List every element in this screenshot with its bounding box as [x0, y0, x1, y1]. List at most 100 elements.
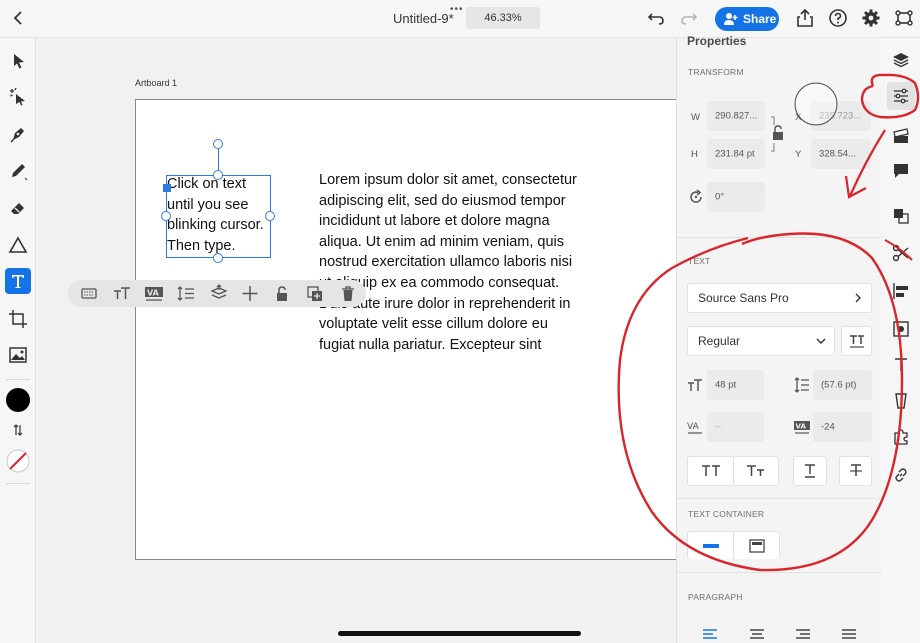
crop-tool-icon[interactable]: [7, 308, 29, 330]
align-right-icon[interactable]: [795, 628, 811, 642]
y-field[interactable]: 328.54...: [811, 139, 871, 169]
link-icon[interactable]: [892, 466, 910, 484]
x-field[interactable]: 235.723...: [811, 101, 871, 131]
left-resize-handle[interactable]: [161, 211, 171, 221]
duplicate-icon[interactable]: [305, 284, 325, 303]
text-anchor-point[interactable]: [163, 184, 171, 192]
rotation-value: 0°: [715, 191, 725, 203]
small-caps-button[interactable]: [733, 456, 779, 486]
font-size-value: 48 pt: [715, 379, 737, 391]
select-arrow-icon[interactable]: [7, 50, 29, 72]
all-caps-button[interactable]: [687, 456, 734, 486]
align-center-icon[interactable]: [749, 628, 765, 642]
font-style-dropdown[interactable]: Regular: [687, 326, 835, 356]
chevron-right-icon: [855, 293, 861, 303]
tracking-value: -24: [821, 421, 835, 433]
strikethrough-icon: [849, 464, 862, 476]
swap-colors-icon[interactable]: [12, 423, 24, 437]
plugins-icon[interactable]: [892, 428, 910, 446]
home-indicator-bar: [338, 631, 581, 636]
delete-trash-icon[interactable]: [338, 284, 358, 303]
top-bar: ••• Untitled-9* 46.33% Share: [0, 0, 920, 38]
tracking-va-icon[interactable]: VA: [144, 284, 164, 303]
all-caps-icon: [701, 465, 720, 476]
rotation-field[interactable]: 0°: [707, 182, 765, 212]
font-size-icon: [688, 379, 702, 391]
right-resize-handle[interactable]: [265, 211, 275, 221]
align-objects-icon[interactable]: [892, 282, 910, 300]
lorem-text-object[interactable]: Lorem ipsum dolor sit amet, consectetur …: [319, 170, 581, 355]
stroke-color-swatch[interactable]: [5, 448, 31, 474]
help-icon[interactable]: [828, 8, 848, 28]
repeat-grid-icon[interactable]: [892, 320, 910, 338]
left-toolbar: [0, 38, 36, 643]
height-value: 231.84 pt: [715, 148, 755, 160]
font-size-field[interactable]: 48 pt: [707, 370, 764, 400]
back-chevron-icon[interactable]: [10, 8, 28, 28]
text-path-icon[interactable]: [892, 356, 910, 374]
direct-select-sparkle-icon[interactable]: [7, 86, 29, 108]
toolbar-divider: [6, 379, 30, 380]
font-size-icon[interactable]: [112, 284, 132, 303]
kerning-va-icon: VA: [687, 422, 702, 434]
shape-triangle-icon[interactable]: [7, 234, 29, 256]
effects-icon[interactable]: [892, 392, 910, 410]
keyboard-icon[interactable]: [79, 284, 99, 303]
text-tool-button[interactable]: [5, 268, 31, 294]
width-value: 290.827...: [715, 110, 758, 122]
align-left-icon[interactable]: [702, 628, 718, 642]
section-divider: [677, 572, 882, 573]
kerning-field[interactable]: --: [707, 412, 764, 442]
small-caps-icon: [747, 465, 764, 476]
width-field[interactable]: 290.827...: [707, 101, 765, 131]
fixed-size-button[interactable]: [733, 531, 780, 559]
properties-panel-button[interactable]: [887, 82, 915, 110]
top-resize-handle[interactable]: [213, 170, 223, 180]
height-field[interactable]: 231.84 pt: [707, 139, 765, 169]
auto-width-icon: [702, 543, 719, 548]
font-style-value: Regular: [698, 334, 741, 348]
paragraph-section-label: PARAGRAPH: [688, 592, 743, 602]
y-label: Y: [795, 149, 802, 160]
pen-tool-icon[interactable]: [7, 123, 29, 145]
arrange-icon[interactable]: [892, 207, 910, 225]
underline-icon: [805, 464, 815, 478]
leading-field[interactable]: (57.6 pt): [813, 370, 872, 400]
svg-text:VA: VA: [687, 422, 700, 432]
artboard-label[interactable]: Artboard 1: [135, 78, 177, 88]
share-button[interactable]: Share: [715, 7, 779, 31]
svg-text:VA: VA: [796, 423, 807, 431]
libraries-icon[interactable]: [892, 127, 910, 145]
redo-icon[interactable]: [679, 8, 699, 28]
zoom-level[interactable]: 46.33%: [466, 7, 540, 29]
focus-frame-icon[interactable]: [894, 8, 914, 28]
eraser-tool-icon[interactable]: [7, 197, 29, 219]
leading-icon[interactable]: [176, 284, 196, 303]
bottom-resize-handle[interactable]: [213, 253, 223, 263]
underline-button[interactable]: [793, 456, 827, 486]
settings-gear-icon[interactable]: [861, 8, 881, 28]
font-family-dropdown[interactable]: Source Sans Pro: [687, 283, 872, 313]
kerning-value: --: [715, 421, 722, 433]
text-options-button[interactable]: [841, 326, 872, 356]
auto-width-button[interactable]: [687, 531, 734, 559]
comments-icon[interactable]: [892, 162, 910, 180]
export-icon[interactable]: [795, 8, 815, 28]
fill-color-swatch[interactable]: [6, 388, 30, 412]
pencil-tool-icon[interactable]: [7, 160, 29, 182]
scissors-icon[interactable]: [892, 244, 910, 262]
svg-text:VA: VA: [147, 289, 160, 298]
layers-icon[interactable]: [892, 51, 910, 69]
undo-icon[interactable]: [646, 8, 666, 28]
layers-arrange-icon[interactable]: [209, 284, 229, 303]
transform-section-label: TRANSFORM: [688, 67, 744, 77]
document-title[interactable]: Untitled-9*: [393, 11, 454, 26]
move-cross-icon[interactable]: [240, 284, 260, 303]
image-tool-icon[interactable]: [7, 344, 29, 366]
lock-icon[interactable]: [272, 284, 292, 303]
tracking-field[interactable]: -24: [813, 412, 872, 442]
rotate-handle[interactable]: [213, 139, 223, 149]
proportion-lock-icon[interactable]: [769, 116, 787, 152]
justify-icon[interactable]: [841, 628, 857, 642]
strikethrough-button[interactable]: [839, 456, 872, 486]
